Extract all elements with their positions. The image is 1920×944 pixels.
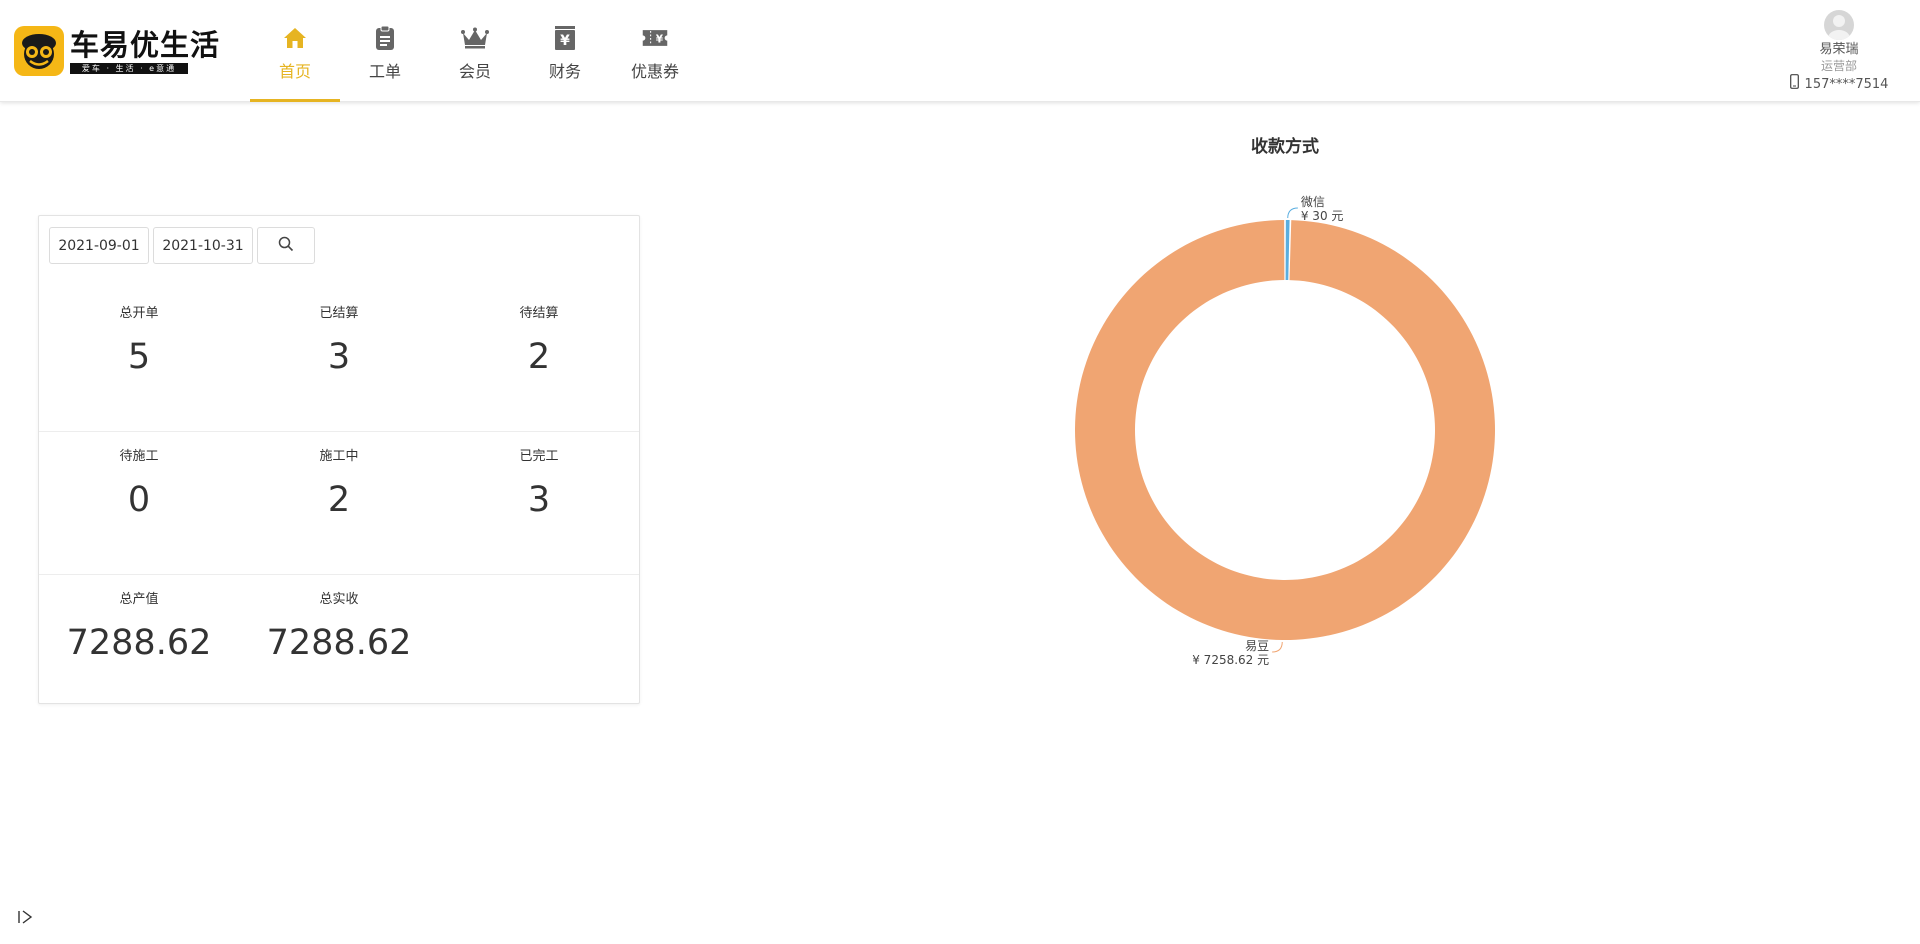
slice-value-label: ¥ 7258.62 元 [1192, 653, 1269, 667]
slice-name-label: 易豆 [1245, 639, 1269, 653]
payment-method-donut-chart: 微信¥ 30 元易豆¥ 7258.62 元 [1074, 195, 1495, 667]
slice-value-label: ¥ 30 元 [1301, 209, 1344, 223]
pie-slice[interactable] [1074, 220, 1495, 640]
sidebar-toggle-button[interactable] [16, 910, 34, 928]
slice-name-label: 微信 [1301, 195, 1325, 209]
label-leader-line [1272, 641, 1283, 653]
expand-sidebar-icon [17, 909, 33, 929]
pie-slice[interactable] [1285, 220, 1290, 281]
label-leader-line [1287, 207, 1298, 219]
